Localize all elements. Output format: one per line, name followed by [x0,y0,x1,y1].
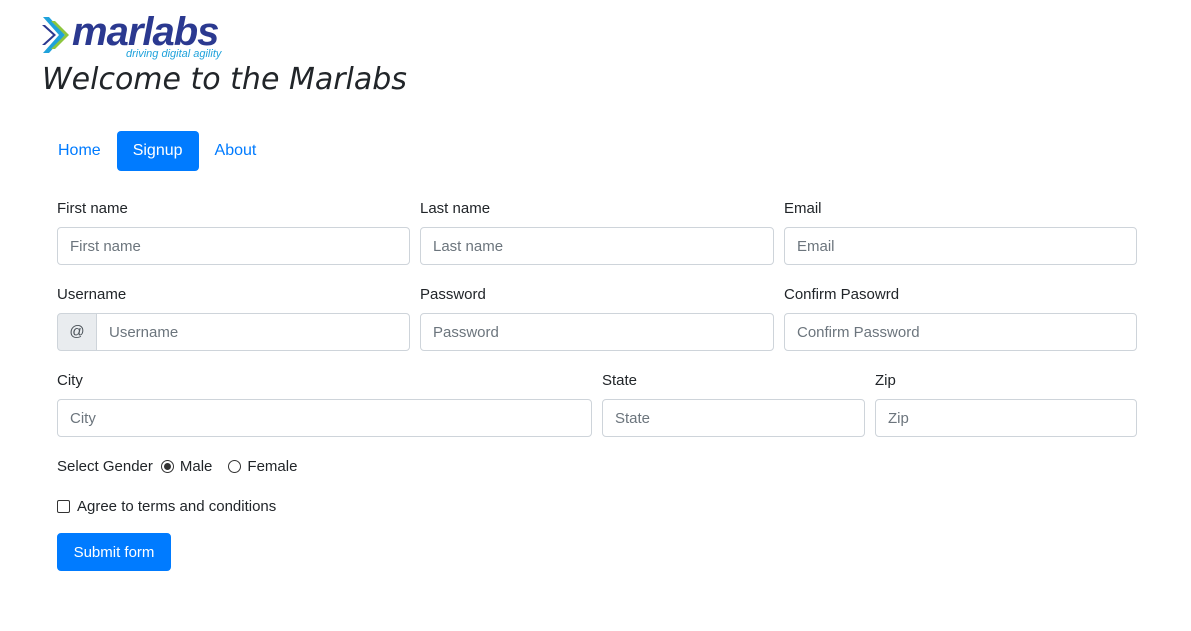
username-input[interactable] [96,313,410,351]
nav-home[interactable]: Home [42,131,117,171]
nav-signup[interactable]: Signup [116,131,199,171]
password-label: Password [420,286,486,303]
main-nav: Home Signup About [42,131,272,171]
gender-label: Select Gender [57,457,153,475]
male-radio[interactable] [160,459,174,473]
gender-group: Select Gender Male Female [57,455,297,477]
terms-label: Agree to terms and conditions [77,497,277,515]
logo-tagline: driving digital agility [126,48,222,60]
marlabs-logo: marlabs driving digital agility [41,10,231,64]
last-name-input[interactable] [420,227,774,265]
chevron-logo-icon [42,17,69,53]
zip-input[interactable] [875,399,1137,437]
username-label: Username [57,286,127,303]
state-label: State [602,372,638,389]
page-title: Welcome to the Marlabs [42,62,407,97]
female-radio[interactable] [228,459,242,473]
first-name-label: First name [57,200,128,217]
city-input[interactable] [57,399,592,437]
first-name-input[interactable] [57,227,410,265]
male-label: Male [179,457,213,475]
email-label: Email [784,200,822,217]
confirm-password-label: Confirm Pasowrd [784,286,900,303]
zip-label: Zip [875,372,896,389]
nav-about[interactable]: About [199,131,273,171]
confirm-password-input[interactable] [784,313,1137,351]
submit-button[interactable]: Submit form [57,533,171,571]
gender-option-male[interactable]: Male [160,457,213,475]
terms-group[interactable]: Agree to terms and conditions [57,496,276,516]
password-input[interactable] [420,313,774,351]
gender-option-female[interactable]: Female [228,458,297,475]
email-input[interactable] [784,227,1137,265]
city-label: City [57,372,83,389]
at-prefix: @ [57,313,97,351]
last-name-label: Last name [420,200,491,217]
state-input[interactable] [602,399,865,437]
terms-checkbox[interactable] [57,499,70,513]
female-label: Female [247,457,298,475]
